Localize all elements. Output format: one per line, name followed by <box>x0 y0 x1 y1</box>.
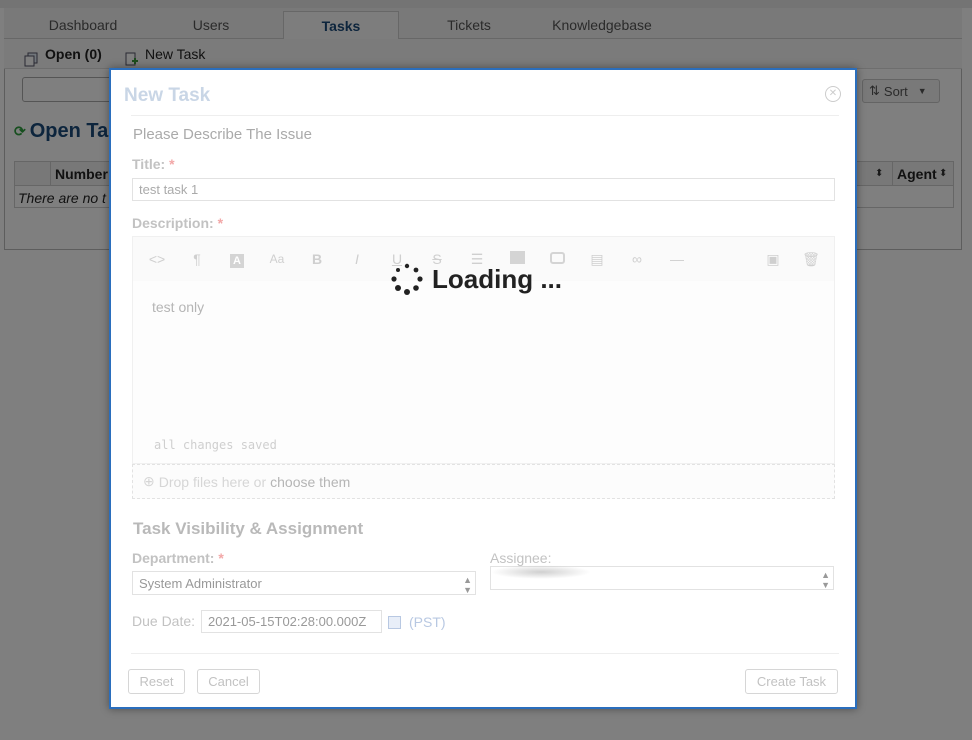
new-task-dialog: New Task ✕ Please Describe The Issue Tit… <box>109 68 857 709</box>
spinner-icon <box>391 263 423 295</box>
save-draft-icon[interactable]: ▣ <box>763 249 783 269</box>
font-size-icon[interactable]: Aa <box>267 249 287 269</box>
trash-icon[interactable]: 🗑 <box>801 249 821 269</box>
loading-text: Loading ... <box>432 263 562 294</box>
bold-icon[interactable]: B <box>307 249 327 269</box>
section-heading: Task Visibility & Assignment <box>133 519 364 538</box>
department-select[interactable]: System Administrator ▲ ▼ <box>132 571 476 595</box>
horizontal-rule-icon[interactable]: — <box>667 249 687 269</box>
timezone-label: (PST) <box>409 614 446 630</box>
department-label: Department: * <box>132 550 224 566</box>
required-mark: * <box>217 215 224 231</box>
dialog-title: New Task <box>124 85 211 106</box>
dialog-subtitle: Please Describe The Issue <box>133 126 312 143</box>
required-mark: * <box>169 156 175 172</box>
select-arrow-icon: ▲ ▼ <box>821 570 830 590</box>
link-icon[interactable]: ∞ <box>627 249 647 269</box>
upload-icon: ⊕ <box>143 473 155 489</box>
required-mark: * <box>218 550 224 566</box>
title-label: Title: * <box>132 156 175 172</box>
calendar-icon[interactable] <box>388 616 401 629</box>
assignee-label: Assignee: <box>490 550 552 566</box>
choose-files-link[interactable]: choose them <box>270 474 350 490</box>
file-dropzone[interactable]: ⊕ Drop files here or choose them <box>132 464 835 499</box>
reset-button[interactable]: Reset <box>128 669 185 694</box>
drop-text: Drop files here or <box>158 473 267 490</box>
code-icon[interactable]: <> <box>147 249 167 269</box>
department-value: System Administrator <box>139 575 262 591</box>
select-arrow-icon: ▲ ▼ <box>463 575 472 595</box>
title-label-text: Title: <box>132 156 166 172</box>
create-task-button[interactable]: Create Task <box>745 669 838 694</box>
description-label: Description: * <box>132 215 223 231</box>
title-input[interactable]: test task 1 <box>132 178 835 201</box>
paragraph-icon[interactable]: ¶ <box>187 249 207 269</box>
divider <box>131 115 839 116</box>
italic-icon[interactable]: I <box>347 249 367 269</box>
title-input-value: test task 1 <box>139 182 199 197</box>
divider <box>131 653 839 654</box>
editor-status: all changes saved <box>154 438 277 452</box>
table-icon[interactable]: ▤ <box>587 249 607 269</box>
text-color-icon[interactable]: A <box>227 249 247 269</box>
description-text: test only <box>152 299 205 315</box>
loading-indicator: Loading ... <box>390 262 562 296</box>
close-icon[interactable]: ✕ <box>825 86 841 102</box>
department-label-text: Department: <box>132 550 215 566</box>
loading-placeholder <box>491 565 591 579</box>
description-label-text: Description: <box>132 215 214 231</box>
due-date-value: 2021-05-15T02:28:00.000Z <box>208 614 367 629</box>
due-date-label: Due Date: <box>132 613 196 629</box>
cancel-button[interactable]: Cancel <box>197 669 260 694</box>
due-date-input[interactable]: 2021-05-15T02:28:00.000Z <box>201 610 382 633</box>
